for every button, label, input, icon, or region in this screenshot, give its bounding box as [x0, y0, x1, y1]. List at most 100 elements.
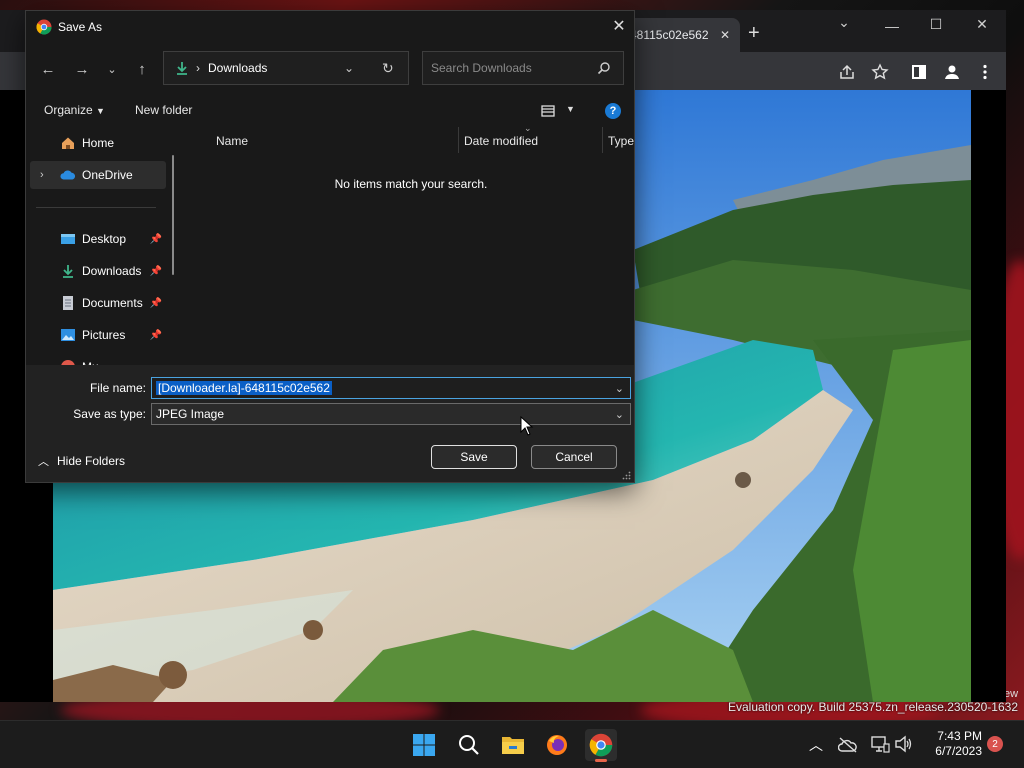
pin-icon: 📌 [149, 297, 162, 309]
up-arrow-icon[interactable]: ↑ [128, 55, 156, 83]
dialog-title: Save As [58, 20, 103, 34]
save-as-type-value: JPEG Image [156, 407, 225, 421]
address-bar[interactable]: › Downloads ⌄ ↻ [163, 51, 409, 85]
help-icon[interactable]: ? [605, 103, 621, 119]
profile-icon[interactable] [943, 63, 961, 81]
cancel-button[interactable]: Cancel [531, 445, 617, 469]
pin-icon: 📌 [149, 329, 162, 341]
save-as-dialog: Save As ✕ ← → ⌄ ↑ › Downloads ⌄ ↻ Search… [25, 10, 635, 483]
volume-icon[interactable] [894, 735, 914, 753]
hide-folders-button[interactable]: ︿ Hide Folders [38, 453, 125, 469]
nav-item-label: Desktop [82, 232, 127, 246]
resize-grip-icon[interactable] [622, 471, 631, 480]
file-name-label: File name: [89, 381, 146, 395]
nav-item-music[interactable]: Mu [30, 353, 166, 365]
nav-item-documents[interactable]: Documents 📌 [30, 289, 166, 317]
download-icon [60, 263, 76, 279]
taskbar: ︿ 7:43 PM 6/7/2023 2 [0, 720, 1024, 768]
browser-tab[interactable]: 48115c02e562 ✕ [620, 18, 740, 52]
active-app-indicator [595, 759, 607, 762]
nav-item-label: Downloads [82, 264, 142, 278]
folder-icon [502, 737, 524, 754]
column-header-type[interactable]: Type [608, 131, 634, 151]
firefox-taskbar-button[interactable] [541, 729, 573, 761]
desktop-icon [60, 231, 76, 247]
maximize-icon[interactable]: ☐ [916, 16, 956, 33]
forward-arrow-icon[interactable]: → [68, 55, 96, 83]
hide-folders-label: Hide Folders [57, 454, 126, 468]
nav-item-pictures[interactable]: Pictures 📌 [30, 321, 166, 349]
organize-button[interactable]: Organize ▼ [44, 103, 105, 117]
more-menu-icon[interactable] [976, 63, 994, 81]
nav-item-desktop[interactable]: Desktop 📌 [30, 225, 166, 253]
bookmark-star-icon[interactable] [871, 63, 889, 81]
nav-item-onedrive[interactable]: › OneDrive [30, 161, 166, 189]
file-list-pane: Name Date modified ⌄ Type No items match… [188, 123, 634, 368]
close-icon[interactable]: ✕ [962, 16, 1002, 33]
nav-item-label: Documents [82, 296, 143, 310]
empty-message: No items match your search. [334, 177, 488, 191]
home-icon [60, 135, 76, 151]
nav-item-home[interactable]: Home [30, 129, 166, 157]
sort-indicator-icon: ⌄ [524, 123, 532, 133]
onedrive-offline-icon[interactable] [838, 736, 858, 754]
network-icon[interactable] [870, 735, 890, 753]
share-icon[interactable] [838, 63, 856, 81]
view-options-icon[interactable] [540, 103, 556, 119]
nav-scrollbar[interactable] [172, 155, 174, 275]
nav-item-downloads[interactable]: Downloads 📌 [30, 257, 166, 285]
view-dropdown-icon[interactable]: ▼ [566, 104, 575, 114]
search-taskbar-button[interactable] [453, 729, 485, 761]
search-input[interactable]: Search Downloads [422, 51, 624, 85]
column-header-date-modified[interactable]: Date modified [464, 131, 538, 151]
minimize-icon[interactable]: — [872, 18, 912, 34]
new-tab-icon[interactable]: + [748, 22, 760, 45]
save-type-dropdown-icon[interactable]: ⌄ [615, 408, 624, 421]
file-name-dropdown-icon[interactable]: ⌄ [615, 382, 624, 395]
dialog-title-bar[interactable]: Save As [26, 11, 634, 43]
file-explorer-taskbar-button[interactable] [497, 729, 529, 761]
recent-locations-chevron-icon[interactable]: ⌄ [98, 55, 126, 83]
refresh-icon[interactable]: ↻ [382, 60, 394, 77]
save-as-type-label: Save as type: [73, 407, 146, 421]
save-button[interactable]: Save [431, 445, 517, 469]
tab-search-icon[interactable]: ⌄ [824, 14, 864, 31]
column-header-name[interactable]: Name [216, 131, 248, 151]
column-divider[interactable] [602, 127, 603, 153]
windows-logo-icon [413, 734, 435, 756]
notification-badge[interactable]: 2 [987, 736, 1003, 752]
navigation-pane: Home › OneDrive Desktop 📌 Downloads 📌 Do… [26, 125, 176, 365]
organize-label: Organize [44, 103, 93, 117]
save-options-panel: File name: [Downloader.la]-648115c02e562… [26, 365, 634, 482]
documents-icon [60, 295, 76, 311]
chrome-icon [589, 733, 613, 757]
file-name-value: [Downloader.la]-648115c02e562 [156, 381, 332, 395]
breadcrumb-separator-icon: › [196, 61, 200, 75]
column-divider[interactable] [458, 127, 459, 153]
chevron-up-icon: ︿ [38, 456, 49, 468]
clock-time: 7:43 PM [937, 729, 982, 743]
new-folder-button[interactable]: New folder [135, 103, 192, 117]
address-dropdown-icon[interactable]: ⌄ [344, 61, 354, 75]
mouse-cursor-icon [520, 416, 534, 436]
chrome-icon [36, 19, 52, 35]
nav-item-label: Pictures [82, 328, 126, 342]
back-arrow-icon[interactable]: ← [34, 55, 62, 83]
breadcrumb-location[interactable]: Downloads [208, 61, 267, 75]
pictures-icon [60, 327, 76, 343]
file-name-input[interactable]: [Downloader.la]-648115c02e562 ⌄ [151, 377, 631, 399]
save-as-type-select[interactable]: JPEG Image ⌄ [151, 403, 631, 425]
desktop-text-fragment: ew [1004, 688, 1019, 700]
command-bar: Organize ▼ New folder ▼ ? [26, 97, 634, 125]
clock[interactable]: 7:43 PM 6/7/2023 [920, 729, 982, 759]
side-panel-icon[interactable] [910, 63, 928, 81]
show-hidden-icons-chevron-icon[interactable]: ︿ [809, 735, 823, 755]
nav-item-label: Home [82, 136, 115, 150]
tab-title: 48115c02e562 [630, 28, 709, 42]
chrome-taskbar-button[interactable] [585, 729, 617, 762]
expand-chevron-icon[interactable]: › [40, 169, 44, 181]
start-button[interactable] [408, 729, 440, 761]
nav-item-label: OneDrive [82, 168, 133, 182]
dialog-close-icon[interactable]: ✕ [604, 11, 634, 41]
tab-close-icon[interactable]: ✕ [720, 28, 730, 42]
